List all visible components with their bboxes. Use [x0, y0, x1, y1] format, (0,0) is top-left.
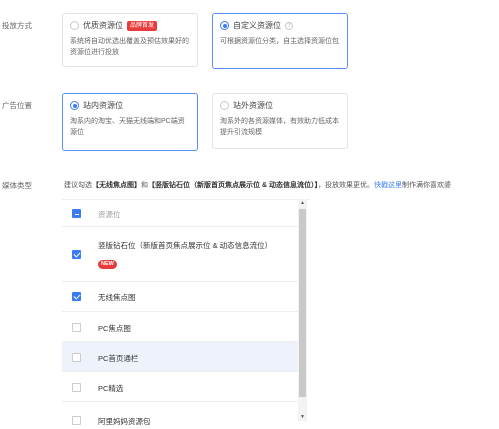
- list-item-label: 阿里妈妈资源包: [98, 417, 151, 426]
- media-type-list: 资源位 竖版钻石位（新版首页焦点展示位 & 动态信息流位） NEW 无线焦点图 …: [62, 199, 310, 429]
- scrollbar-thumb[interactable]: [299, 209, 306, 397]
- media-type-label: 媒体类型: [2, 181, 32, 190]
- custom-slot-card[interactable]: 自定义资源位 ? 可根据资源位分类，自主选择资源位包: [212, 13, 348, 69]
- triangle-down-icon[interactable]: ▼: [298, 413, 307, 421]
- onsite-slot-card[interactable]: 站内资源位 淘系内的淘宝、天猫无线端和PC端资源位: [62, 93, 198, 151]
- hint-prefix: 建议勾选: [64, 182, 92, 189]
- list-item-label: 无线焦点图: [98, 293, 136, 302]
- list-item-checkbox[interactable]: [72, 416, 81, 425]
- bid-method-label: 投放方式: [2, 21, 32, 30]
- hint-and: 和: [141, 182, 148, 189]
- list-item[interactable]: 竖版钻石位（新版首页焦点展示位 & 动态信息流位） NEW: [62, 227, 300, 282]
- custom-slot-desc: 可根据资源位分类，自主选择资源位包: [220, 38, 339, 45]
- offsite-slot-title: 站外资源位: [233, 101, 273, 110]
- list-item-checkbox[interactable]: [72, 292, 81, 301]
- new-badge: NEW: [98, 260, 117, 269]
- list-item-label: 竖版钻石位（新版首页焦点展示位 & 动态信息流位）: [98, 241, 273, 250]
- list-item-label: PC首页通栏: [98, 354, 139, 363]
- list-scrollbar[interactable]: ▲ ▼: [298, 199, 307, 421]
- help-circle-icon[interactable]: ?: [285, 21, 293, 30]
- list-item[interactable]: PC精选: [62, 372, 300, 402]
- brand-launch-badge: 品牌首发: [127, 20, 158, 31]
- offsite-slot-card[interactable]: 站外资源位 淘系外的各资源媒体，有效助力低成本提升引流规模: [212, 93, 348, 149]
- hint-link[interactable]: 快戳这里: [374, 182, 402, 189]
- triangle-up-icon[interactable]: ▲: [298, 199, 307, 207]
- onsite-slot-title: 站内资源位: [83, 101, 123, 110]
- onsite-slot-radio[interactable]: [70, 101, 79, 110]
- select-all-checkbox[interactable]: [72, 209, 81, 218]
- premium-slot-desc: 系统将自动优选出覆盖及预估效果好的资源位进行投放: [70, 38, 189, 56]
- onsite-slot-desc: 淘系内的淘宝、天猫无线端和PC端资源位: [70, 118, 185, 136]
- hint-bold-2: 【竖版钻石位（新版首页焦点展示位 & 动态信息流位）】: [148, 182, 318, 189]
- premium-slot-radio[interactable]: [70, 21, 79, 30]
- hint-tail: 制作满你喜欢婆: [401, 182, 451, 189]
- ad-position-label: 广告位置: [2, 101, 32, 110]
- list-item-checkbox[interactable]: [72, 250, 81, 259]
- list-item-checkbox[interactable]: [72, 323, 81, 332]
- media-type-hint: 建议勾选【无线焦点图】和【竖版钻石位（新版首页焦点展示位 & 动态信息流位）】，…: [64, 180, 451, 190]
- list-item[interactable]: PC焦点图: [62, 312, 300, 342]
- premium-slot-card[interactable]: 优质资源位 品牌首发 系统将自动优选出覆盖及预估效果好的资源位进行投放: [62, 13, 198, 67]
- list-item-label: 资源位: [98, 210, 121, 219]
- custom-slot-radio[interactable]: [220, 21, 229, 30]
- hint-suffix: ，投放效果更优。: [317, 182, 374, 189]
- hint-bold-1: 【无线焦点图】: [92, 182, 141, 189]
- list-item-label: PC精选: [98, 384, 124, 393]
- offsite-slot-radio[interactable]: [220, 101, 229, 110]
- custom-slot-title: 自定义资源位: [233, 21, 281, 30]
- list-item[interactable]: PC首页通栏: [62, 342, 300, 372]
- list-item-header[interactable]: 资源位: [62, 200, 300, 227]
- list-item-checkbox[interactable]: [72, 353, 81, 362]
- list-item-label: PC焦点图: [98, 324, 131, 333]
- premium-slot-title: 优质资源位: [83, 21, 123, 30]
- offsite-slot-desc: 淘系外的各资源媒体，有效助力低成本提升引流规模: [220, 118, 339, 136]
- list-item-checkbox[interactable]: [72, 383, 81, 392]
- list-item[interactable]: 阿里妈妈资源包: [62, 402, 300, 429]
- list-item[interactable]: 无线焦点图: [62, 282, 300, 312]
